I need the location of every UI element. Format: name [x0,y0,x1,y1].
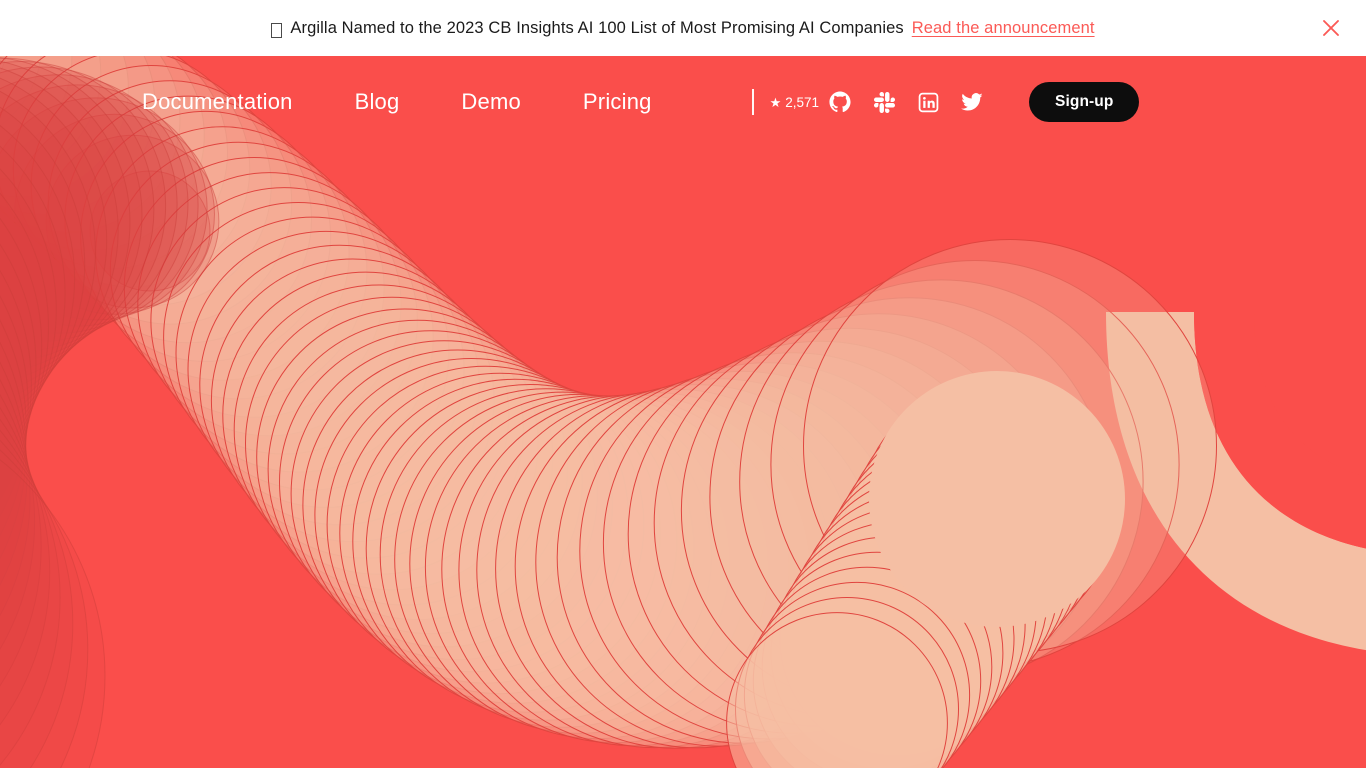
nav-link-pricing[interactable]: Pricing [583,91,652,113]
nav-divider [751,89,754,115]
announcement-text: Argilla Named to the 2023 CB Insights AI… [290,18,904,37]
github-icon[interactable] [827,89,853,115]
site-navigation: Documentation Blog Demo Pricing ★ 2,571 [0,56,1366,148]
linkedin-icon[interactable] [915,89,941,115]
close-icon[interactable] [1318,15,1344,41]
nav-link-documentation[interactable]: Documentation [142,91,293,113]
announcement-emoji-icon [271,22,283,38]
github-star-count[interactable]: ★ 2,571 [770,95,819,110]
star-icon: ★ [769,94,782,110]
announcement-content: Argilla Named to the 2023 CB Insights AI… [271,19,1094,38]
nav-link-blog[interactable]: Blog [355,91,400,113]
nav-links: Documentation Blog Demo Pricing ★ 2,571 [142,82,1140,122]
twitter-icon[interactable] [959,89,985,115]
announcement-link[interactable]: Read the announcement [912,19,1095,38]
nav-link-demo[interactable]: Demo [461,91,521,113]
hero-section [0,56,1366,768]
slack-icon[interactable] [871,89,897,115]
signup-button[interactable]: Sign-up [1029,82,1140,122]
announcement-banner: Argilla Named to the 2023 CB Insights AI… [0,0,1366,56]
hero-generative-artwork [0,56,1366,768]
star-count-label: 2,571 [785,94,820,110]
